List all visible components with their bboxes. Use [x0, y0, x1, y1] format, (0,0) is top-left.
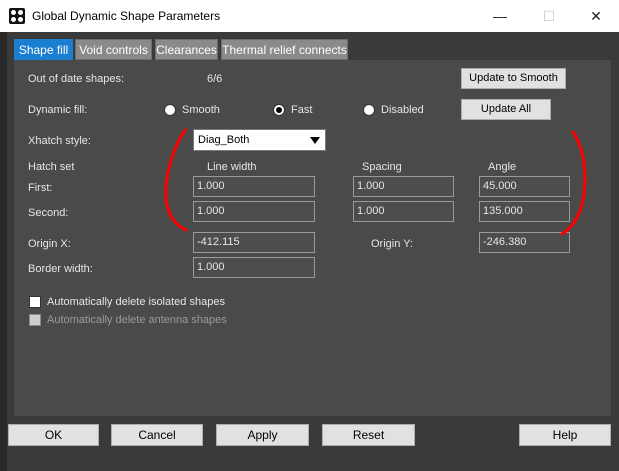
origin-x-input[interactable]: -412.115 — [193, 232, 315, 253]
second-label: Second: — [28, 207, 69, 219]
second-spacing-input[interactable]: 1.000 — [353, 201, 454, 222]
xhatch-style-label: Xhatch style: — [28, 135, 91, 147]
cancel-button[interactable]: Cancel — [111, 424, 203, 446]
auto-delete-isolated-label: Automatically delete isolated shapes — [47, 296, 225, 308]
fast-radio[interactable] — [273, 104, 285, 116]
update-to-smooth-button[interactable]: Update to Smooth — [461, 68, 566, 89]
disabled-radio[interactable] — [363, 104, 375, 116]
auto-delete-antenna-checkbox — [29, 314, 41, 326]
update-all-button[interactable]: Update All — [461, 99, 551, 120]
reset-button[interactable]: Reset — [322, 424, 415, 446]
dynamic-fill-label: Dynamic fill: — [28, 104, 88, 116]
background-strip — [0, 32, 7, 471]
close-button[interactable]: ✕ — [573, 0, 619, 32]
chevron-down-icon — [310, 137, 320, 144]
tab-clearances[interactable]: Clearances — [155, 39, 218, 60]
out-of-date-label: Out of date shapes: — [28, 73, 125, 85]
xhatch-style-select[interactable]: Diag_Both — [193, 129, 326, 151]
xhatch-style-value: Diag_Both — [198, 134, 250, 146]
maximize-button: ☐ — [542, 8, 556, 24]
apply-button[interactable]: Apply — [216, 424, 309, 446]
tab-thermal-relief-connects[interactable]: Thermal relief connects — [221, 39, 348, 60]
help-button[interactable]: Help — [519, 424, 611, 446]
hatch-set-label: Hatch set — [28, 161, 75, 173]
tab-void-controls[interactable]: Void controls — [75, 39, 152, 60]
border-width-input[interactable]: 1.000 — [193, 257, 315, 278]
window-title: Global Dynamic Shape Parameters — [32, 9, 221, 23]
smooth-radio-label: Smooth — [182, 104, 220, 116]
first-angle-input[interactable]: 45.000 — [479, 176, 570, 197]
angle-header: Angle — [488, 161, 517, 173]
second-angle-input[interactable]: 135.000 — [479, 201, 570, 222]
disabled-radio-label: Disabled — [381, 104, 424, 116]
ok-button[interactable]: OK — [8, 424, 99, 446]
app-icon — [9, 8, 25, 24]
origin-y-input[interactable]: -246.380 — [479, 232, 570, 253]
auto-delete-isolated-checkbox[interactable] — [29, 296, 41, 308]
smooth-radio[interactable] — [164, 104, 176, 116]
line-width-header: Line width — [207, 161, 257, 173]
second-line-width-input[interactable]: 1.000 — [193, 201, 315, 222]
tab-shape-fill[interactable]: Shape fill — [14, 39, 73, 60]
minimize-button[interactable]: — — [477, 0, 523, 32]
origin-y-label: Origin Y: — [371, 238, 413, 250]
origin-x-label: Origin X: — [28, 238, 71, 250]
first-label: First: — [28, 182, 53, 194]
out-of-date-value: 6/6 — [207, 73, 223, 85]
auto-delete-antenna-label: Automatically delete antenna shapes — [47, 314, 227, 326]
first-line-width-input[interactable]: 1.000 — [193, 176, 315, 197]
border-width-label: Border width: — [28, 263, 93, 275]
fast-radio-label: Fast — [291, 104, 313, 116]
title-bar: Global Dynamic Shape Parameters — ☐ ✕ — [0, 0, 619, 32]
spacing-header: Spacing — [362, 161, 402, 173]
first-spacing-input[interactable]: 1.000 — [353, 176, 454, 197]
